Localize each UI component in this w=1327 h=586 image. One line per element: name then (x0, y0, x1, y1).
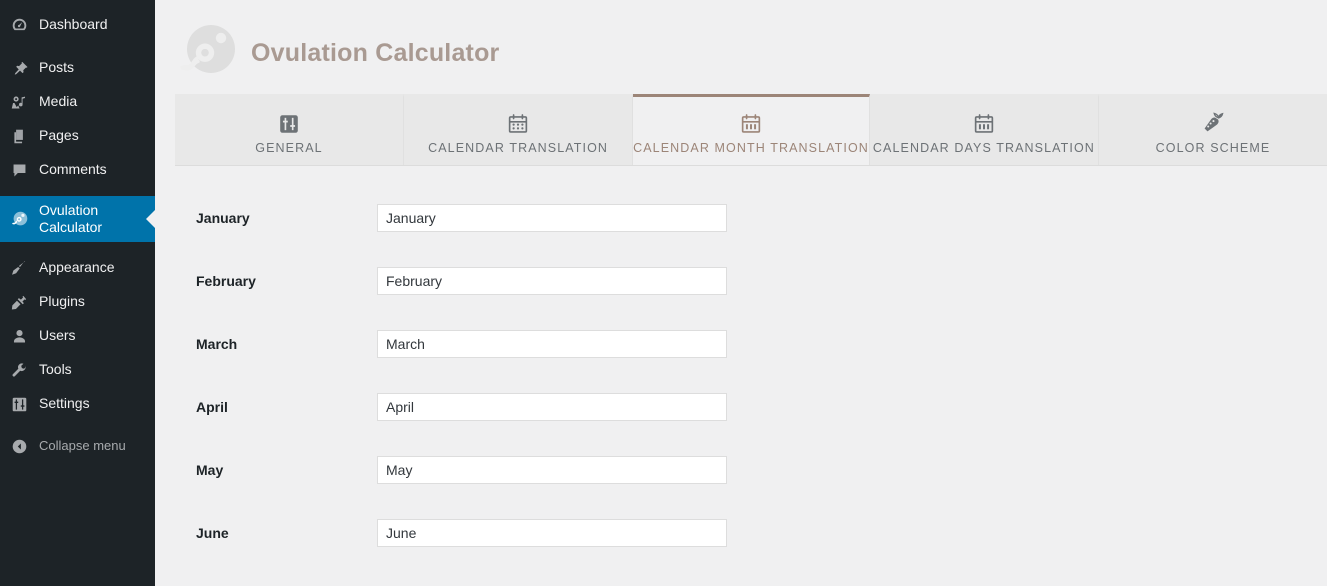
june-input[interactable] (377, 518, 727, 547)
page-header: Ovulation Calculator (155, 0, 1327, 94)
form-row-january: January (155, 186, 1327, 249)
form-row-february: February (155, 249, 1327, 312)
plug-icon (8, 292, 30, 312)
sidebar-item-label: Settings (39, 395, 90, 412)
tab-general[interactable]: GENERAL (175, 94, 405, 165)
sidebar-item-label: Media (39, 93, 78, 110)
main-content: Ovulation Calculator GENERAL CALENDAR TR… (155, 0, 1327, 586)
sidebar-divider (0, 187, 155, 196)
sidebar-item-posts[interactable]: Posts (0, 51, 155, 85)
paintbrush-icon (8, 258, 30, 278)
tab-label: GENERAL (255, 141, 323, 155)
sidebar-item-ovulation-calculator[interactable]: Ovulation Calculator (0, 196, 155, 242)
collapse-arrow-icon (8, 436, 30, 456)
april-input[interactable] (377, 392, 727, 421)
form-row-may: May (155, 438, 1327, 501)
sliders-square-icon (278, 109, 300, 135)
pages-icon (8, 126, 30, 146)
march-input[interactable] (377, 329, 727, 358)
tab-calendar-days-translation[interactable]: CALENDAR DAYS TRANSLATION (870, 94, 1099, 165)
sidebar-item-tools[interactable]: Tools (0, 353, 155, 387)
sidebar-item-media[interactable]: Media (0, 85, 155, 119)
tab-calendar-translation[interactable]: CALENDAR TRANSLATION (404, 94, 634, 165)
february-input[interactable] (377, 266, 727, 295)
ovulation-egg-sperm-logo (175, 21, 239, 85)
field-label: April (196, 398, 228, 415)
sidebar-item-label: Comments (39, 161, 107, 178)
form-row-june: June (155, 501, 1327, 564)
sidebar-divider (0, 42, 155, 51)
field-label: May (196, 461, 224, 478)
tab-label: CALENDAR DAYS TRANSLATION (872, 141, 1095, 155)
sidebar-item-plugins[interactable]: Plugins (0, 285, 155, 319)
sidebar-item-comments[interactable]: Comments (0, 153, 155, 187)
field-label: February (196, 272, 256, 289)
page-title: Ovulation Calculator (251, 38, 500, 67)
sidebar-item-label: Tools (39, 361, 72, 378)
tab-label: CALENDAR TRANSLATION (428, 141, 609, 155)
admin-sidebar: Dashboard Posts Media Pages Comments Ovu… (0, 0, 155, 586)
form-row-march: March (155, 312, 1327, 375)
sidebar-item-label: Appearance (39, 259, 115, 276)
calendar-dots-icon (507, 109, 529, 135)
tab-color-scheme[interactable]: COLOR SCHEME (1099, 94, 1327, 165)
month-translation-form: January February March April May June (155, 166, 1327, 564)
sidebar-divider (0, 242, 155, 251)
sidebar-item-label: Pages (39, 127, 79, 144)
sidebar-item-label: Plugins (39, 293, 85, 310)
field-label: March (196, 335, 238, 352)
field-label: January (196, 209, 250, 226)
january-input[interactable] (377, 203, 727, 232)
sliders-icon (8, 394, 30, 414)
may-input[interactable] (377, 455, 727, 484)
sidebar-item-label: Dashboard (39, 16, 108, 33)
sidebar-item-pages[interactable]: Pages (0, 119, 155, 153)
sidebar-item-settings[interactable]: Settings (0, 387, 155, 421)
sidebar-item-label: Users (39, 327, 76, 344)
sidebar-item-appearance[interactable]: Appearance (0, 251, 155, 285)
sidebar-item-users[interactable]: Users (0, 319, 155, 353)
tab-label: CALENDAR MONTH TRANSLATION (633, 141, 869, 155)
sidebar-item-label: Collapse menu (39, 437, 126, 453)
sidebar-item-label: Ovulation Calculator (39, 201, 103, 236)
form-row-april: April (155, 375, 1327, 438)
sidebar-item-label: Posts (39, 59, 75, 76)
admin-page: Dashboard Posts Media Pages Comments Ovu… (0, 0, 1327, 586)
ovulation-egg-icon (8, 209, 30, 229)
calendar-bars-icon (973, 109, 995, 135)
comment-bubble-icon (8, 160, 30, 180)
dashboard-gauge-icon (8, 15, 30, 35)
tab-calendar-month-translation[interactable]: CALENDAR MONTH TRANSLATION (633, 94, 870, 165)
pin-icon (8, 58, 30, 78)
tab-label: COLOR SCHEME (1155, 141, 1271, 155)
sidebar-collapse-menu-button[interactable]: Collapse menu (0, 429, 155, 463)
carrot-icon (1201, 109, 1225, 135)
media-icon (8, 92, 30, 112)
wrench-icon (8, 360, 30, 380)
field-label: June (196, 524, 229, 541)
sidebar-item-dashboard[interactable]: Dashboard (0, 8, 155, 42)
settings-tabs: GENERAL CALENDAR TRANSLATION CALENDAR MO… (175, 94, 1327, 166)
calendar-bars-icon (740, 109, 762, 135)
user-icon (8, 326, 30, 346)
